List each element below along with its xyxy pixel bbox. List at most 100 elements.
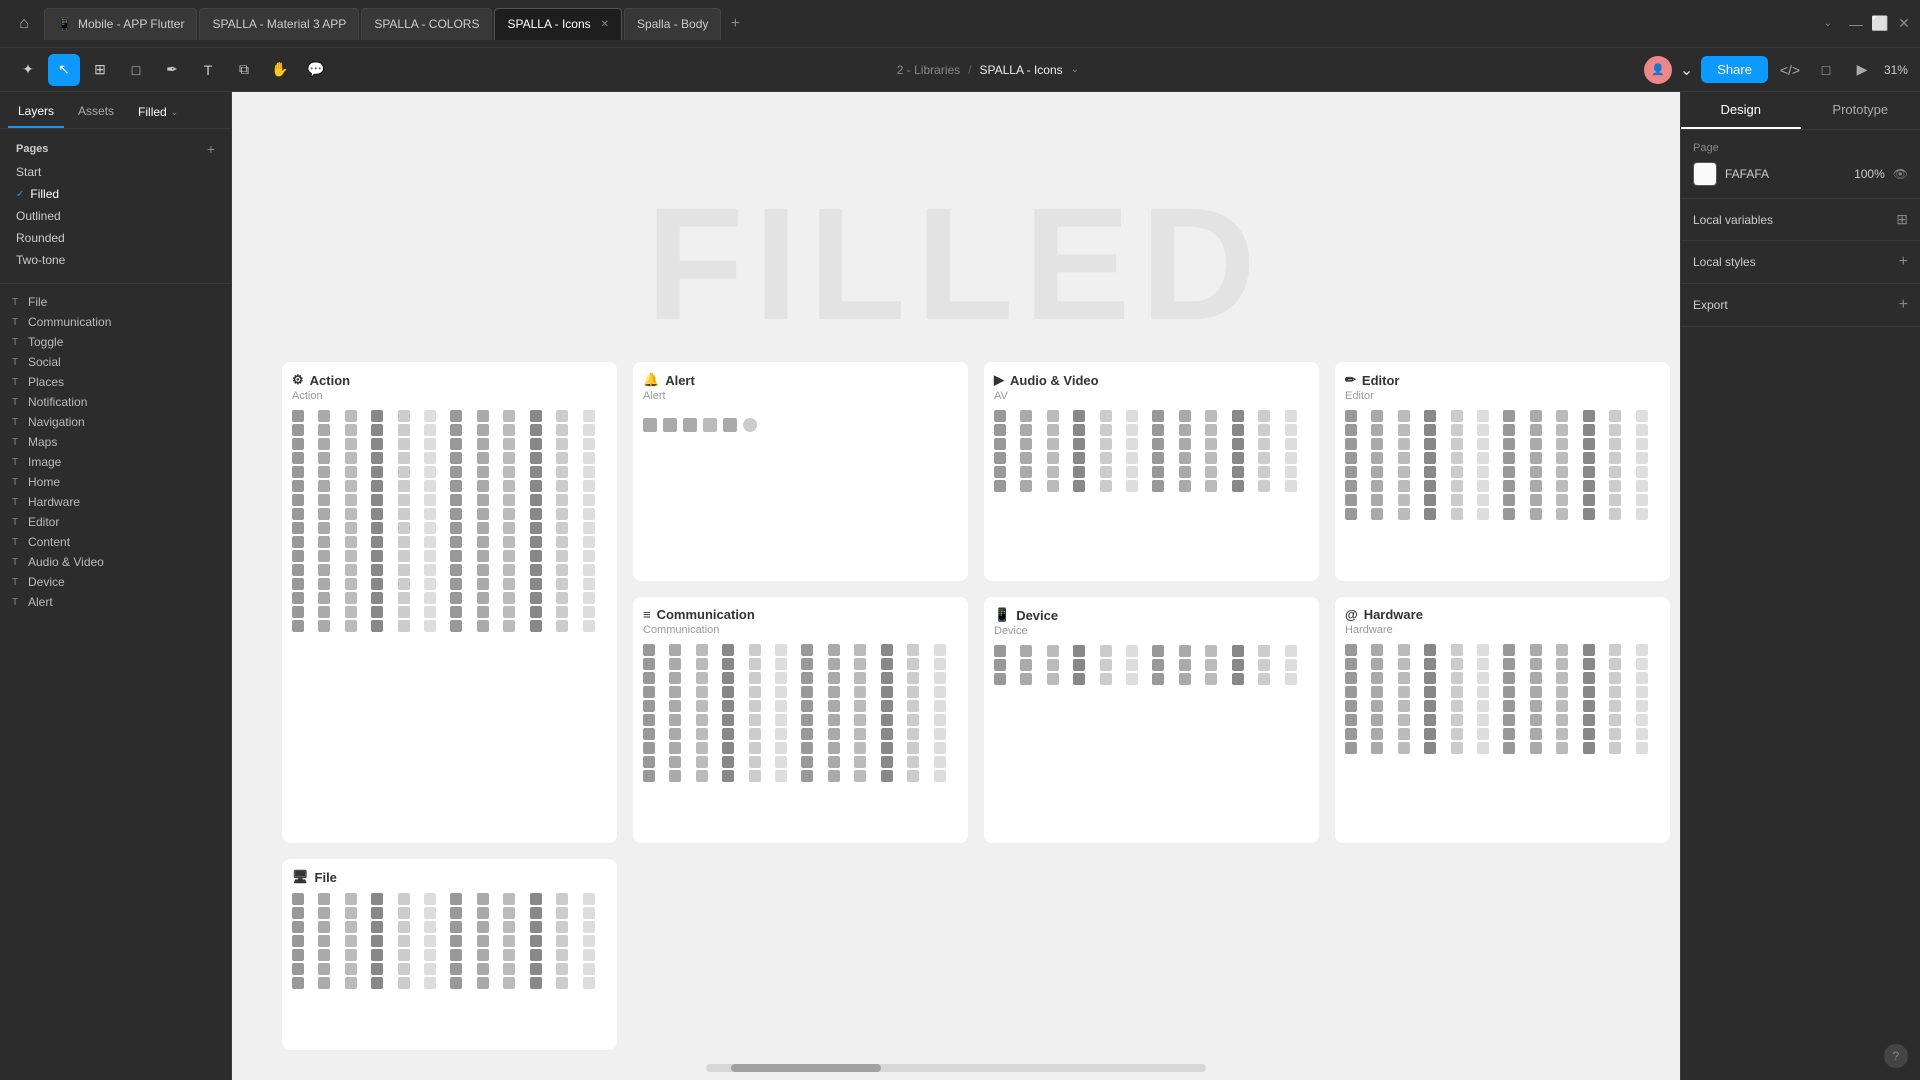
layer-editor[interactable]: T Editor [0,512,231,532]
icon-cell [398,410,410,422]
minimize-button[interactable]: — [1848,16,1864,32]
tab-assets[interactable]: Assets [68,100,124,128]
icon-cell [292,935,304,947]
tab-colors[interactable]: SPALLA - COLORS [361,8,492,40]
close-button[interactable]: ✕ [1896,16,1912,32]
icon-cell [450,893,462,905]
tab-icons[interactable]: SPALLA - Icons ✕ [494,8,622,40]
icon-cell [371,494,383,506]
home-icon[interactable]: ⌂ [8,8,40,40]
page-two-tone[interactable]: Two-tone [8,249,223,271]
icon-cell [1345,410,1357,422]
layer-toggle[interactable]: T Toggle [0,332,231,352]
horizontal-scrollbar[interactable] [706,1064,1206,1072]
tab-design[interactable]: Design [1681,92,1801,129]
tab-layers[interactable]: Layers [8,100,64,128]
icon-cell [1179,645,1191,657]
comment-tool[interactable]: 💬 [300,54,332,86]
variables-icon[interactable]: ⊞ [1896,211,1908,228]
layer-communication[interactable]: T Communication [0,312,231,332]
component-tool[interactable]: ⧉ [228,54,260,86]
layer-maps[interactable]: T Maps [0,432,231,452]
layer-hardware[interactable]: T Hardware [0,492,231,512]
tab-mobile-app[interactable]: 📱 Mobile - APP Flutter [44,8,197,40]
tab-material[interactable]: SPALLA - Material 3 APP [199,8,359,40]
layer-social[interactable]: T Social [0,352,231,372]
tab-prototype[interactable]: Prototype [1801,92,1920,129]
icon-cell [530,963,542,975]
icon-cell [345,536,357,548]
icon-cell [424,606,436,618]
layer-navigation[interactable]: T Navigation [0,412,231,432]
layer-places[interactable]: T Places [0,372,231,392]
icon-cell [881,658,893,670]
scrollbar-thumb[interactable] [731,1064,881,1072]
select-tool[interactable]: ↖ [48,54,80,86]
icon-cell [1477,494,1489,506]
layer-content[interactable]: T Content [0,532,231,552]
icon-cell [398,578,410,590]
chevron-down-icon[interactable]: ⌄ [1071,64,1079,75]
help-button[interactable]: ? [1884,1044,1908,1068]
layer-audio-video[interactable]: T Audio & Video [0,552,231,572]
layer-alert[interactable]: T Alert [0,592,231,612]
breadcrumb-libraries[interactable]: 2 - Libraries [897,63,960,77]
frame-tool[interactable]: ⊞ [84,54,116,86]
add-page-button[interactable]: + [207,141,215,157]
layer-notification[interactable]: T Notification [0,392,231,412]
tab-body[interactable]: Spalla - Body [624,8,721,40]
layer-device[interactable]: T Device [0,572,231,592]
icon-cell [371,438,383,450]
page-color-value: FAFAFA [1725,167,1846,181]
icon-cell [398,508,410,520]
code-icon[interactable]: </> [1776,56,1804,84]
icon-cell [292,893,304,905]
zoom-level[interactable]: 31% [1884,63,1908,77]
icon-cell [1073,424,1085,436]
chevron-down-icon[interactable]: ⌄ [1824,18,1832,29]
icon-cell [477,466,489,478]
share-button[interactable]: Share [1701,56,1768,83]
shape-tool[interactable]: □ [120,54,152,86]
page-color-swatch[interactable] [1693,162,1717,186]
hardware-icons-grid [292,893,607,989]
icon-cell [477,578,489,590]
page-filled[interactable]: ✓ Filled [8,183,223,205]
page-rounded[interactable]: Rounded [8,227,223,249]
page-outlined[interactable]: Outlined [8,205,223,227]
layer-file[interactable]: T File [0,292,231,312]
text-tool[interactable]: T [192,54,224,86]
icon-cell [292,424,304,436]
close-icon[interactable]: ✕ [601,19,609,30]
icon-cell [371,522,383,534]
icon-cell [1371,410,1383,422]
icon-cell [530,424,542,436]
canvas[interactable]: FILLED ⚙ Action Action // Will be render… [232,92,1680,1080]
icon-cell [1451,658,1463,670]
page-start[interactable]: Start [8,161,223,183]
figma-menu-button[interactable]: ✦ [12,54,44,86]
eye-icon[interactable]: 👁 [1893,167,1908,181]
icon-cell [775,742,787,754]
add-style-button[interactable]: + [1899,253,1908,271]
icon-cell [696,742,708,754]
maximize-button[interactable]: ⬜ [1872,16,1888,32]
tab-filled-filter[interactable]: Filled ⌄ [128,101,188,127]
icon-cell [1530,714,1542,726]
layer-image[interactable]: T Image [0,452,231,472]
icon-cell [1530,466,1542,478]
pen-tool[interactable]: ✒ [156,54,188,86]
icon-cell [1583,644,1595,656]
play-icon[interactable]: ▶ [1848,56,1876,84]
icon-cell [1047,410,1059,422]
present-icon[interactable]: □ [1812,56,1840,84]
add-tab-button[interactable]: + [723,12,747,36]
hand-tool[interactable]: ✋ [264,54,296,86]
text-icon: T [8,577,22,588]
add-export-button[interactable]: + [1899,296,1908,314]
layer-home[interactable]: T Home [0,472,231,492]
icon-cell [828,644,840,656]
chevron-down-icon[interactable]: ⌄ [1680,60,1693,80]
icon-cell [1477,714,1489,726]
icon-cell [1047,480,1059,492]
